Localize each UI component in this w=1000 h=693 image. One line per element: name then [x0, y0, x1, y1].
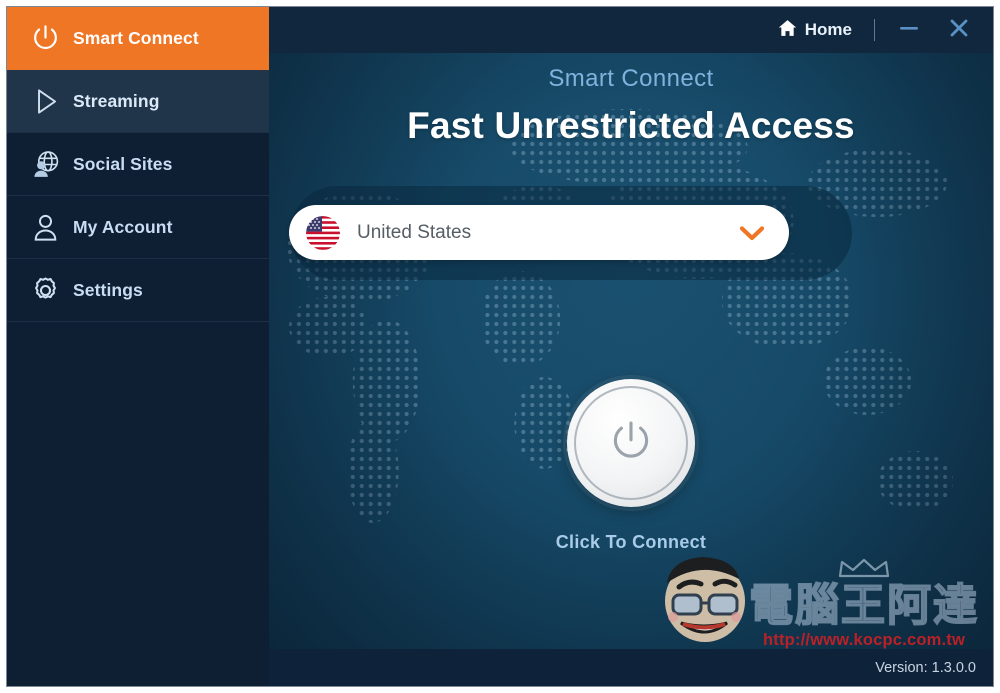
close-button[interactable] — [941, 14, 977, 46]
sidebar-item-settings[interactable]: Settings — [7, 259, 269, 322]
power-icon — [607, 417, 655, 470]
mascot-face-icon — [657, 553, 749, 650]
titlebar: Home — [269, 7, 993, 53]
sidebar-item-smart-connect[interactable]: Smart Connect — [7, 7, 269, 70]
watermark-text: 電腦王阿達 http://www.kocpc.com.tw — [748, 557, 979, 650]
globe-user-icon — [23, 149, 67, 180]
home-icon — [777, 18, 798, 43]
us-flag-icon — [306, 215, 340, 250]
app-window: Smart Connect Streaming Social Sites My … — [6, 6, 994, 687]
sidebar-item-label: Smart Connect — [73, 28, 199, 48]
minimize-icon — [898, 21, 920, 39]
watermark-chinese: 電腦王阿達 — [748, 580, 979, 631]
play-icon — [23, 86, 67, 117]
gear-icon — [23, 275, 67, 306]
minimize-button[interactable] — [891, 14, 927, 46]
country-name: United States — [357, 221, 472, 243]
sidebar-item-label: Social Sites — [73, 153, 173, 174]
watermark: 電腦王阿達 http://www.kocpc.com.tw — [657, 553, 979, 650]
footer-bar: Version: 1.3.0.0 — [269, 649, 993, 686]
close-icon — [948, 17, 970, 44]
hero-title: Fast Unrestricted Access — [407, 105, 855, 146]
chevron-down-icon[interactable] — [737, 223, 767, 243]
watermark-url: http://www.kocpc.com.tw — [763, 631, 965, 649]
user-icon — [23, 212, 67, 243]
home-button[interactable]: Home — [773, 16, 856, 45]
power-icon — [23, 23, 67, 54]
titlebar-divider — [874, 19, 875, 41]
sidebar-item-label: Streaming — [73, 90, 160, 111]
main-panel: Home Smart Connect Fast Unrestricted Acc… — [269, 7, 993, 686]
sidebar: Smart Connect Streaming Social Sites My … — [7, 7, 269, 686]
sidebar-item-streaming[interactable]: Streaming — [7, 70, 269, 133]
sidebar-item-my-account[interactable]: My Account — [7, 196, 269, 259]
sidebar-item-social-sites[interactable]: Social Sites — [7, 133, 269, 196]
hero-section: Smart Connect Fast Unrestricted Access — [269, 65, 993, 147]
country-select[interactable]: United States — [289, 205, 789, 260]
sidebar-item-label: My Account — [73, 216, 173, 237]
crown-icon — [836, 557, 892, 584]
connect-section: Click To Connect — [269, 379, 993, 553]
sidebar-item-label: Settings — [73, 279, 143, 300]
version-text: Version: 1.3.0.0 — [875, 659, 976, 676]
home-label: Home — [804, 20, 852, 39]
connect-label: Click To Connect — [555, 532, 707, 552]
connect-power-button[interactable] — [567, 379, 695, 507]
hero-subtitle: Smart Connect — [548, 65, 714, 92]
